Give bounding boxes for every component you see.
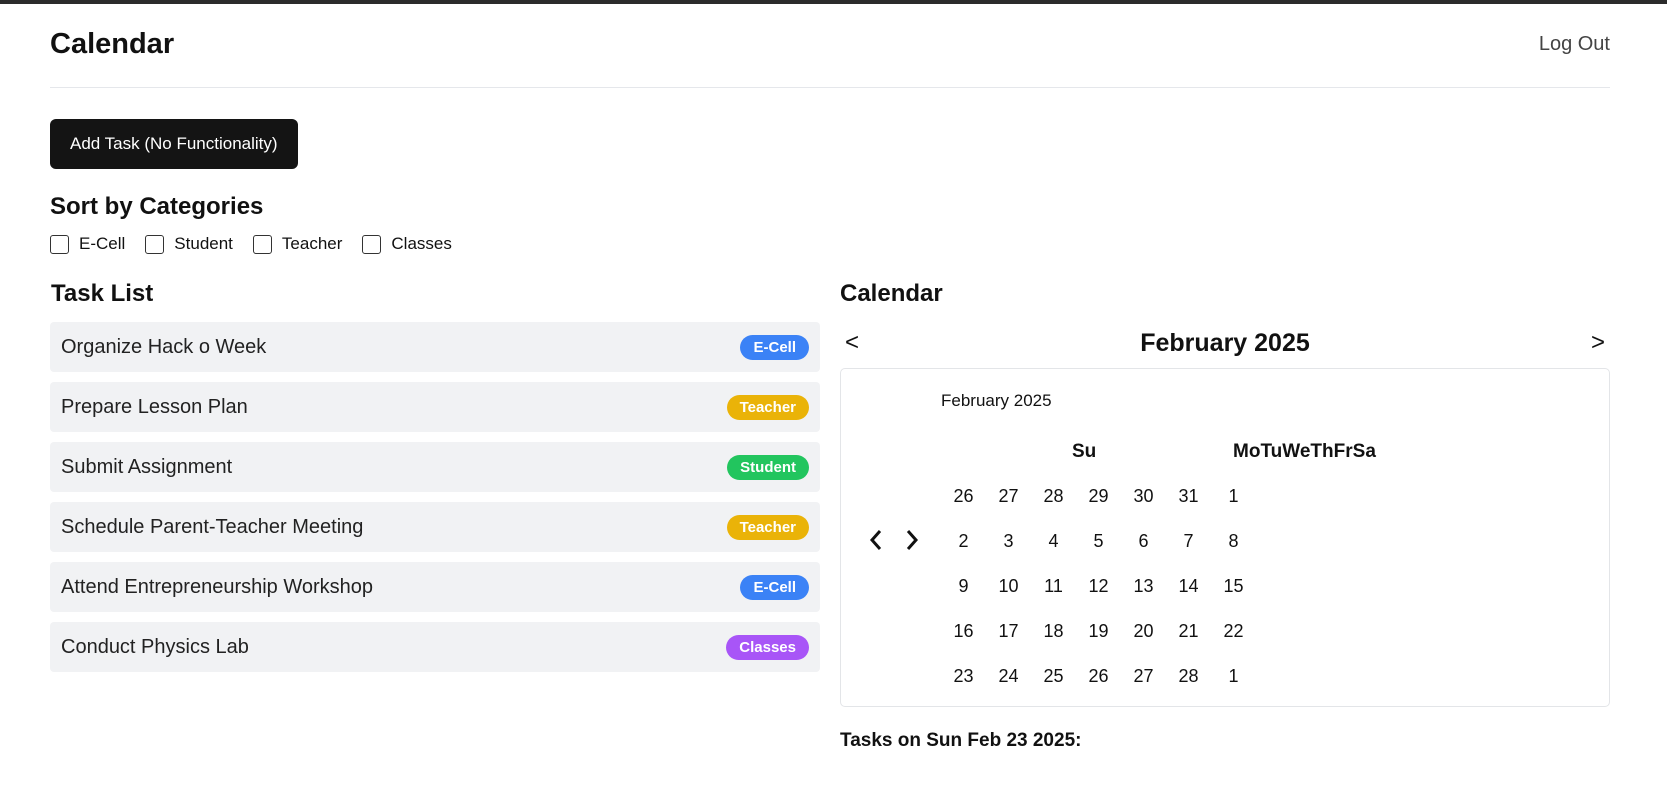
day-cell[interactable]: 26 [941,486,986,507]
task-name: Organize Hack o Week [61,335,267,358]
classes-checkbox[interactable] [362,234,382,254]
week-row: 9 10 11 12 13 14 15 [941,564,1256,609]
student-checkbox[interactable] [145,234,165,254]
day-cell[interactable]: 1 [1211,486,1256,507]
week-row: 26 27 28 29 30 31 1 [941,474,1256,519]
filter-label: E-Cell [79,234,126,253]
task-item[interactable]: Conduct Physics Lab Classes [50,622,820,672]
task-name: Attend Entrepreneurship Workshop [61,575,374,598]
day-cell[interactable]: 21 [1166,621,1211,642]
category-badge: E-Cell [740,574,809,600]
day-cell[interactable]: 8 [1211,531,1256,552]
filter-label: Student [174,234,233,253]
task-name: Prepare Lesson Plan [61,395,248,418]
day-cell[interactable]: 9 [941,576,986,597]
weekday-header: Th [1310,441,1334,462]
day-cell[interactable]: 1 [1211,666,1256,687]
category-filters: E-Cell Student Teacher Classes [50,234,472,254]
logout-link[interactable]: Log Out [1539,33,1610,56]
task-name: Submit Assignment [61,455,233,478]
task-item[interactable]: Submit Assignment Student [50,442,820,492]
filter-teacher[interactable]: Teacher [252,234,343,254]
day-cell[interactable]: 6 [1121,531,1166,552]
app-title: Calendar [50,28,175,60]
task-list: Organize Hack o Week E-Cell Prepare Less… [50,322,820,682]
day-cell[interactable]: 29 [1076,486,1121,507]
day-cell[interactable]: 5 [1076,531,1121,552]
day-cell[interactable]: 27 [1121,666,1166,687]
weekday-header-su: Su [1072,441,1097,462]
day-cell[interactable]: 27 [986,486,1031,507]
selected-date-tasks-heading: Tasks on Sun Feb 23 2025: [840,730,1082,751]
task-item[interactable]: Prepare Lesson Plan Teacher [50,382,820,432]
page: Calendar Log Out Add Task (No Functional… [50,8,1610,751]
day-cell[interactable]: 3 [986,531,1031,552]
week-row: 23 24 25 26 27 28 1 [941,654,1256,699]
chevron-left-icon[interactable] [863,527,889,553]
calendar-month-label: February 2025 [941,391,1052,410]
weekday-header-group: Mo Tu We Th Fr Sa [1233,441,1376,463]
prev-month-button[interactable]: < [842,329,862,357]
day-cell[interactable]: 14 [1166,576,1211,597]
weekday-header: We [1282,441,1311,462]
day-cell[interactable]: 24 [986,666,1031,687]
month-title: February 2025 [1140,328,1310,357]
calendar-header: < February 2025 > [840,323,1610,363]
day-cell[interactable]: 30 [1121,486,1166,507]
day-cell[interactable]: 17 [986,621,1031,642]
task-name: Conduct Physics Lab [61,635,249,658]
category-badge: E-Cell [740,334,809,360]
day-cell[interactable]: 19 [1076,621,1121,642]
day-cell[interactable]: 12 [1076,576,1121,597]
day-cell[interactable]: 20 [1121,621,1166,642]
category-badge: Classes [726,634,809,660]
task-item[interactable]: Organize Hack o Week E-Cell [50,322,820,372]
header: Calendar Log Out [50,8,1610,88]
task-name: Schedule Parent-Teacher Meeting [61,515,364,538]
category-badge: Student [727,454,809,480]
day-cell[interactable]: 10 [986,576,1031,597]
week-row: 16 17 18 19 20 21 22 [941,609,1256,654]
day-cell[interactable]: 11 [1031,576,1076,597]
day-cell[interactable]: 2 [941,531,986,552]
add-task-button[interactable]: Add Task (No Functionality) [50,119,298,169]
teacher-checkbox[interactable] [252,234,272,254]
sort-title: Sort by Categories [50,193,264,220]
day-cell[interactable]: 16 [941,621,986,642]
filter-ecell[interactable]: E-Cell [50,234,125,254]
ecell-checkbox[interactable] [50,234,69,254]
filter-classes[interactable]: Classes [362,234,452,254]
day-cell[interactable]: 26 [1076,666,1121,687]
day-cell[interactable]: 18 [1031,621,1076,642]
day-cell[interactable]: 4 [1031,531,1076,552]
day-grid: 26 27 28 29 30 31 1 2 3 4 5 6 7 8 9 10 1… [941,474,1256,699]
day-cell[interactable]: 13 [1121,576,1166,597]
weekday-header: Sa [1352,441,1376,462]
calendar-widget: February 2025 Su Mo Tu We Th Fr Sa 26 27… [840,368,1610,707]
day-cell[interactable]: 15 [1211,576,1256,597]
day-cell[interactable]: 28 [1031,486,1076,507]
weekday-header: Tu [1260,441,1283,462]
day-cell[interactable]: 22 [1211,621,1256,642]
filter-label: Teacher [281,234,343,253]
category-badge: Teacher [726,394,809,420]
week-row: 2 3 4 5 6 7 8 [941,519,1256,564]
chevron-right-icon[interactable] [899,527,925,553]
task-item[interactable]: Attend Entrepreneurship Workshop E-Cell [50,562,820,612]
next-month-button[interactable]: > [1588,329,1608,357]
weekday-header: Mo [1233,441,1261,462]
calendar-title: Calendar [840,280,943,307]
day-cell[interactable]: 23 [941,666,986,687]
day-cell[interactable]: 7 [1166,531,1211,552]
weekday-header: Fr [1333,441,1353,462]
task-list-title: Task List [51,280,154,307]
filter-student[interactable]: Student [145,234,233,254]
calendar-nav [863,527,925,553]
filter-label: Classes [391,234,452,253]
day-cell[interactable]: 28 [1166,666,1211,687]
category-badge: Teacher [726,514,809,540]
day-cell[interactable]: 31 [1166,486,1211,507]
day-cell[interactable]: 25 [1031,666,1076,687]
task-item[interactable]: Schedule Parent-Teacher Meeting Teacher [50,502,820,552]
